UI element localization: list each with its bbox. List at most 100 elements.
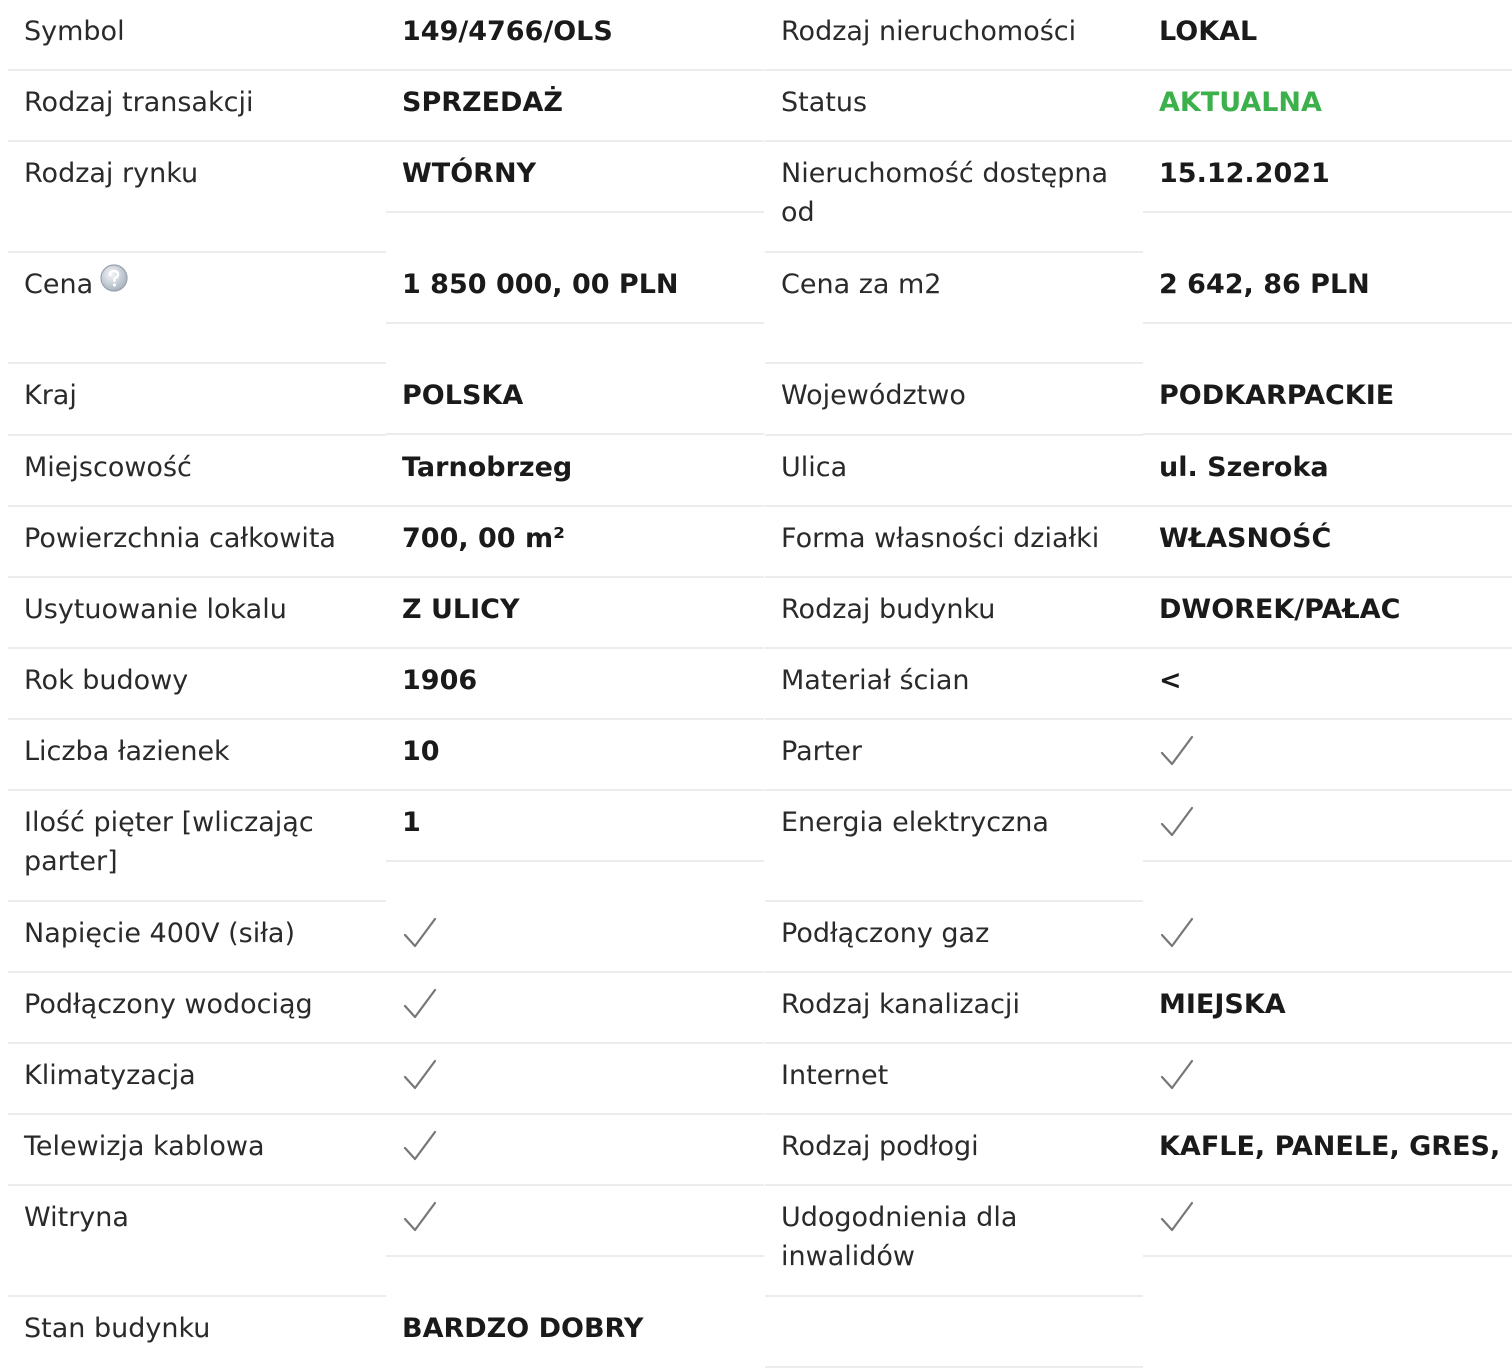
field-label: Cena za m2 (765, 253, 1143, 364)
field-row-nieruchomosc-dostepna-od: Nieruchomość dostępna od 15.12.2021 (765, 142, 1512, 253)
field-label-text: Podłączony gaz (781, 918, 990, 949)
field-label-text: Cena za m2 (781, 269, 942, 300)
details-column-right: Rodzaj nieruchomości LOKAL Status AKTUALNA N… (765, 0, 1512, 1368)
field-row-forma-wlasnosci-dzialki: Forma własności działki WŁASNOŚĆ (765, 507, 1512, 578)
field-value: 1 (386, 791, 764, 862)
field-label-text: Internet (781, 1060, 889, 1091)
field-label: Witryna (8, 1186, 386, 1297)
field-value-text: 1 (402, 807, 421, 838)
field-label: Forma własności działki (765, 507, 1143, 578)
field-label (765, 1297, 1143, 1368)
field-value: POLSKA (386, 364, 764, 435)
field-value-text: 1906 (402, 665, 478, 696)
field-row-internet: Internet (765, 1044, 1512, 1115)
field-row-rodzaj-nieruchomosci: Rodzaj nieruchomości LOKAL (765, 0, 1512, 71)
field-value: WŁASNOŚĆ (1143, 507, 1512, 578)
field-value: < (1143, 649, 1512, 720)
field-value-text: MIEJSKA (1159, 989, 1286, 1020)
field-label-text: Rodzaj rynku (24, 158, 199, 189)
field-row-powierzchnia-calkowita: Powierzchnia całkowita 700, 00 m² (8, 507, 764, 578)
field-label-text: Rodzaj budynku (781, 594, 996, 625)
field-label: Województwo (765, 364, 1143, 436)
field-value: MIEJSKA (1143, 973, 1512, 1044)
field-label-text: Forma własności działki (781, 523, 1100, 554)
field-row-rodzaj-rynku: Rodzaj rynku WTÓRNY (8, 142, 764, 253)
field-value-text: LOKAL (1159, 16, 1258, 47)
field-value (1143, 1297, 1512, 1368)
field-value (386, 1186, 764, 1257)
field-label: Powierzchnia całkowita (8, 507, 386, 578)
field-label: Rodzaj transakcji (8, 71, 386, 142)
field-value (386, 902, 764, 973)
field-label: Miejscowość (8, 436, 386, 507)
field-value-text: AKTUALNA (1159, 87, 1322, 118)
field-value: 149/4766/OLS (386, 0, 764, 71)
check-icon (1160, 806, 1194, 837)
field-label-text: Rodzaj kanalizacji (781, 989, 1020, 1020)
field-row-ilosc-pieter-wliczajac-parter: Ilość pięter [wliczając parter] 1 (8, 791, 764, 902)
field-label: Podłączony wodociąg (8, 973, 386, 1044)
field-label: Nieruchomość dostępna od (765, 142, 1143, 253)
field-value: AKTUALNA (1143, 71, 1512, 142)
field-value (1143, 1044, 1512, 1115)
field-label: Ulica (765, 436, 1143, 507)
field-row-ulica: Ulica ul. Szeroka (765, 436, 1512, 507)
question-icon[interactable] (99, 263, 129, 293)
field-label-text: Kraj (24, 380, 77, 411)
field-value: Tarnobrzeg (386, 436, 764, 507)
field-value-text: POLSKA (402, 380, 524, 411)
field-row-rodzaj-transakcji: Rodzaj transakcji SPRZEDAŻ (8, 71, 764, 142)
field-row-material-scian: Materiał ścian < (765, 649, 1512, 720)
field-label: Internet (765, 1044, 1143, 1115)
field-value-text: Z ULICY (402, 594, 520, 625)
field-label: Symbol (8, 0, 386, 71)
check-icon (403, 1201, 437, 1232)
field-value: 1 850 000, 00 PLN (386, 253, 764, 324)
field-row-udogodnienia-dla-inwalidow: Udogodnienia dla inwalidów (765, 1186, 1512, 1297)
field-label-text: Rok budowy (24, 665, 189, 696)
field-row-symbol: Symbol 149/4766/OLS (8, 0, 764, 71)
field-row-miejscowosc: Miejscowość Tarnobrzeg (8, 436, 764, 507)
check-icon (1160, 735, 1194, 766)
field-label-text: Telewizja kablowa (24, 1131, 265, 1162)
field-label: Usytuowanie lokalu (8, 578, 386, 649)
field-label: Kraj (8, 364, 386, 436)
field-value: 2 642, 86 PLN (1143, 253, 1512, 324)
field-value (386, 973, 764, 1044)
field-label-text: Ilość pięter [wliczając parter] (24, 807, 314, 877)
field-row-klimatyzacja: Klimatyzacja (8, 1044, 764, 1115)
field-row-energia-elektryczna: Energia elektryczna (765, 791, 1512, 902)
field-label: Materiał ścian (765, 649, 1143, 720)
field-label-text: Nieruchomość dostępna od (781, 158, 1109, 228)
field-label: Stan budynku (8, 1297, 386, 1368)
field-label-text: Materiał ścian (781, 665, 970, 696)
check-icon (403, 917, 437, 948)
field-label: Parter (765, 720, 1143, 791)
field-row-wojewodztwo: Województwo PODKARPACKIE (765, 364, 1512, 436)
field-value-text: WŁASNOŚĆ (1159, 523, 1332, 554)
field-label: Telewizja kablowa (8, 1115, 386, 1186)
field-label: Rodzaj podłogi (765, 1115, 1143, 1186)
field-label: Rodzaj rynku (8, 142, 386, 253)
field-label-text: Usytuowanie lokalu (24, 594, 287, 625)
field-value (1143, 791, 1512, 862)
field-value-text: Tarnobrzeg (402, 452, 573, 483)
field-label-text: Status (781, 87, 868, 118)
field-label-text: Cena (24, 269, 94, 300)
field-row-rok-budowy: Rok budowy 1906 (8, 649, 764, 720)
field-label-text: Rodzaj transakcji (24, 87, 254, 118)
field-label-text: Liczba łazienek (24, 736, 230, 767)
field-value-text: PODKARPACKIE (1159, 380, 1395, 411)
field-label: Rodzaj nieruchomości (765, 0, 1143, 71)
field-value: 1906 (386, 649, 764, 720)
check-icon (1160, 1059, 1194, 1090)
field-label-text: Powierzchnia całkowita (24, 523, 336, 554)
field-label: Liczba łazienek (8, 720, 386, 791)
field-value-text: 700, 00 m² (402, 523, 565, 554)
field-row-napiecie-400v-sila: Napięcie 400V (siła) (8, 902, 764, 973)
field-value: BARDZO DOBRY (386, 1297, 764, 1368)
details-column-left: Symbol 149/4766/OLS Rodzaj transakcji SPRZE… (8, 0, 764, 1368)
field-value (386, 1115, 764, 1186)
field-row-podlaczony-wodociag: Podłączony wodociąg (8, 973, 764, 1044)
check-icon (403, 1059, 437, 1090)
